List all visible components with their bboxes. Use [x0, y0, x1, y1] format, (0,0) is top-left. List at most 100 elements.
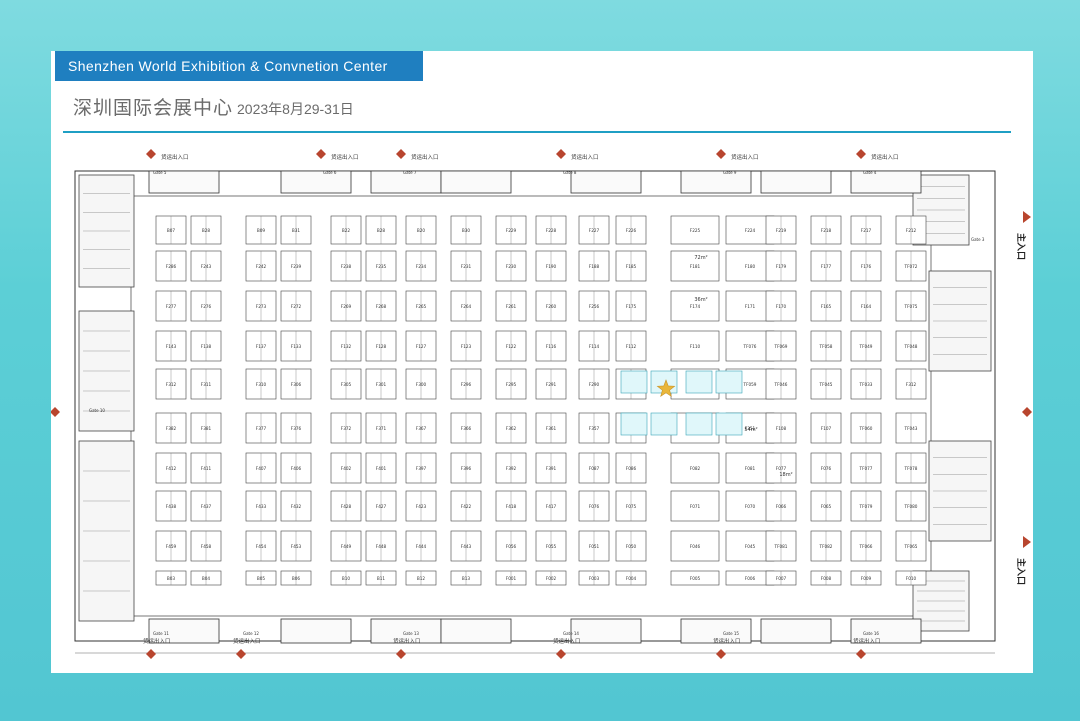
booth-label: TF080: [904, 504, 918, 509]
loading-bay-top: [440, 170, 512, 194]
booth-label: F070: [745, 504, 756, 509]
booth-label: TF075: [904, 304, 918, 309]
main-entrance-label: 主入口: [1015, 558, 1027, 585]
cargo-gate-label: 货运出入口: [233, 637, 261, 645]
booth-label: TF078: [904, 466, 918, 471]
booth-label: F296: [461, 382, 472, 387]
booth-label: F300: [416, 382, 427, 387]
booth-label: TF033: [859, 382, 873, 387]
booth-label: F407: [256, 466, 267, 471]
booth-label: F056: [506, 544, 517, 549]
booth-label: F312: [906, 382, 917, 387]
loading-bay-bottom: [440, 618, 512, 644]
area-label: 36m²: [694, 297, 707, 303]
booth-label: F001: [506, 576, 517, 581]
booth-label: F312: [166, 382, 177, 387]
booth-label: F143: [166, 344, 177, 349]
booth-label: F003: [589, 576, 600, 581]
booth-label: F269: [341, 304, 352, 309]
booth-label: TF076: [743, 344, 757, 349]
booth-label: F239: [291, 264, 302, 269]
booth-label: F176: [861, 264, 872, 269]
booth-label: F006: [745, 576, 756, 581]
booth-label: F242: [256, 264, 267, 269]
booth-label: F188: [589, 264, 600, 269]
gate-marker-icon: [716, 649, 726, 659]
booth-label: F362: [506, 426, 517, 431]
booth-label: F417: [546, 504, 557, 509]
booth-label: F087: [589, 466, 600, 471]
booth-label: F133: [291, 344, 302, 349]
booth-label: B12: [417, 576, 426, 581]
booth-label: F055: [546, 544, 557, 549]
cargo-gate-label: 货运出入口: [331, 153, 359, 161]
booth-label: F391: [546, 466, 557, 471]
booth-label: B31: [292, 228, 301, 233]
booth-label: F066: [776, 504, 787, 509]
booth-label: F112: [626, 344, 637, 349]
booth-label: TF077: [859, 466, 873, 471]
booth-label: F227: [589, 228, 600, 233]
booth-label: F437: [201, 504, 212, 509]
booth-label: F381: [201, 426, 212, 431]
main-entrance-arrow-icon: [1023, 211, 1031, 223]
cargo-gate-label: 货运出入口: [871, 153, 899, 161]
booth-label: F077: [776, 466, 787, 471]
booth-label: F007: [776, 576, 787, 581]
booth-label: F230: [506, 264, 517, 269]
booth-label: F180: [745, 264, 756, 269]
booth-label: F171: [745, 304, 756, 309]
booth-label: F449: [341, 544, 352, 549]
gate-label: Gate 8: [563, 170, 577, 175]
gate-label: Gate 16: [863, 631, 879, 636]
highlighted-booth: [685, 370, 713, 394]
booth-label: F291: [546, 382, 557, 387]
gate-label: Gate 6: [323, 170, 337, 175]
highlighted-booth: [620, 412, 648, 436]
floor-plan-map: B07 B28 B09 B31 B22 B28 B20 B30 F229 F228 F227 F226…: [51, 149, 1032, 659]
booth-label: F226: [626, 228, 637, 233]
loading-bay-top: [570, 170, 642, 194]
gate-label: Gate 7: [403, 170, 417, 175]
booth-label: F454: [256, 544, 267, 549]
booth-grid: B07 B28 B09 B31 B22 B28 B20 B30 F229 F228 F227 F226…: [155, 215, 927, 586]
booth-label: F235: [376, 264, 387, 269]
gate-label: Gate 10: [89, 408, 105, 413]
floor-plan-card: Shenzhen World Exhibition & Convnetion C…: [51, 51, 1033, 673]
booth-label: B03: [167, 576, 176, 581]
loading-bay-top: [760, 170, 832, 194]
booth-label: F310: [256, 382, 267, 387]
booth-label: B13: [462, 576, 471, 581]
loading-bay-bottom: [570, 618, 642, 644]
area-label: 72m²: [694, 255, 707, 261]
loading-bay-top: [850, 170, 922, 194]
gate-marker-icon: [556, 149, 566, 159]
cargo-gate-label: 货运出入口: [143, 637, 171, 645]
venue-name-cn: 深圳国际会展中心: [73, 97, 234, 119]
booth-label: F009: [861, 576, 872, 581]
event-subtitle: 深圳国际会展中心 2023年8月29-31日: [73, 93, 354, 120]
booth-label: F406: [291, 466, 302, 471]
booth-label: F238: [341, 264, 352, 269]
booth-label: F290: [589, 382, 600, 387]
gate-marker-icon: [556, 649, 566, 659]
booth-label: F225: [690, 228, 701, 233]
booth-label: TF069: [774, 344, 788, 349]
cargo-gate-label: 货运出入口: [161, 153, 189, 161]
booth-label: F418: [506, 504, 517, 509]
header-divider: [63, 131, 1011, 133]
booth-label: F412: [166, 466, 177, 471]
booth-label: F382: [166, 426, 177, 431]
booth-label: F423: [416, 504, 427, 509]
booth-label: B06: [292, 576, 301, 581]
booth-label: F081: [745, 466, 756, 471]
booth-label: TF060: [859, 426, 873, 431]
booth-label: TF046: [774, 382, 788, 387]
booth-label: TF072: [904, 264, 918, 269]
booth-label: TF065: [904, 544, 918, 549]
cargo-gate-label: 货运出入口: [411, 153, 439, 161]
booth-label: F458: [201, 544, 212, 549]
booth-label: F076: [821, 466, 832, 471]
booth-label: F277: [166, 304, 177, 309]
booth-label: F371: [376, 426, 387, 431]
